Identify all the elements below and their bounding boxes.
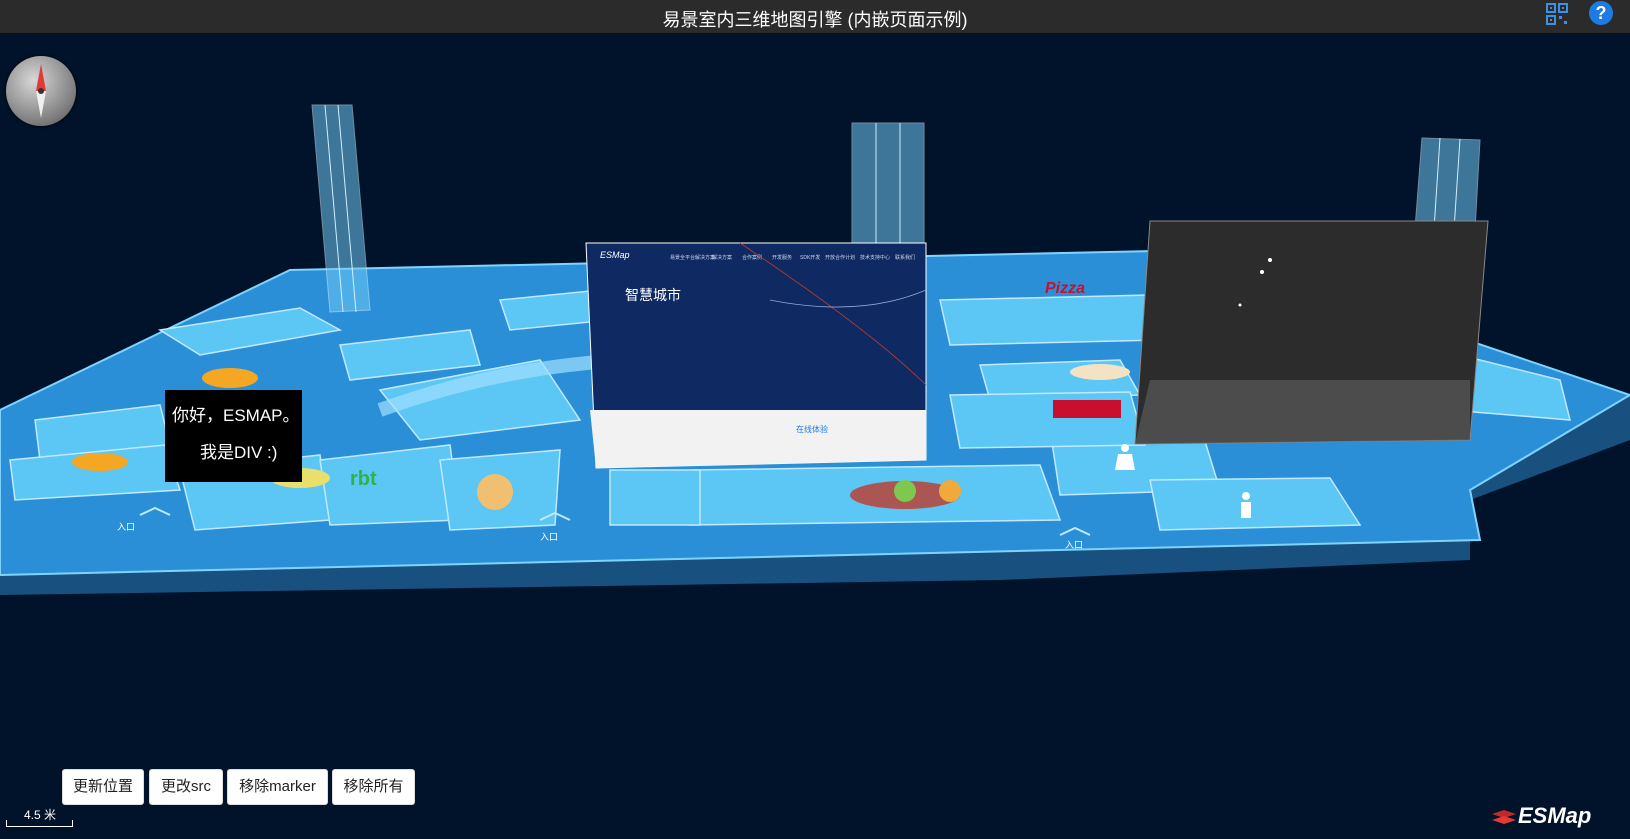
div-marker-line-1: 你好，ESMAP。 bbox=[172, 406, 300, 425]
compass-icon[interactable] bbox=[6, 56, 76, 126]
update-position-button[interactable]: 更新位置 bbox=[62, 769, 144, 805]
div-marker[interactable]: 你好，ESMAP。 我是DIV :) bbox=[165, 390, 302, 482]
remove-all-button[interactable]: 移除所有 bbox=[332, 769, 415, 805]
map-viewport[interactable]: rbt Pizza 入口 入口 入口 ESMap 智慧城市 在线体验 易景全平台… bbox=[0, 33, 1630, 839]
change-src-button[interactable]: 更改src bbox=[149, 769, 223, 805]
svg-text:入口: 入口 bbox=[117, 522, 135, 532]
qr-code-icon[interactable] bbox=[1545, 2, 1569, 26]
tower-center bbox=[851, 122, 925, 259]
svg-text:入口: 入口 bbox=[1065, 540, 1083, 550]
svg-text:rbt: rbt bbox=[350, 468, 377, 490]
svg-text:Pizza: Pizza bbox=[1045, 280, 1085, 297]
div-marker-line-2: 我是DIV :) bbox=[200, 443, 278, 462]
help-icon[interactable]: ? bbox=[1589, 1, 1613, 25]
scale-bar bbox=[6, 820, 73, 827]
remove-marker-button[interactable]: 移除marker bbox=[227, 769, 328, 805]
brand-logo: ESMap bbox=[1518, 803, 1592, 828]
svg-text:入口: 入口 bbox=[540, 532, 558, 542]
page-title: 易景室内三维地图引擎 (内嵌页面示例) bbox=[662, 10, 968, 30]
tower-right bbox=[1407, 137, 1481, 321]
esmap-logo-icon bbox=[1492, 810, 1516, 824]
title-bar: 易景室内三维地图引擎 (内嵌页面示例) ? bbox=[0, 0, 1630, 33]
